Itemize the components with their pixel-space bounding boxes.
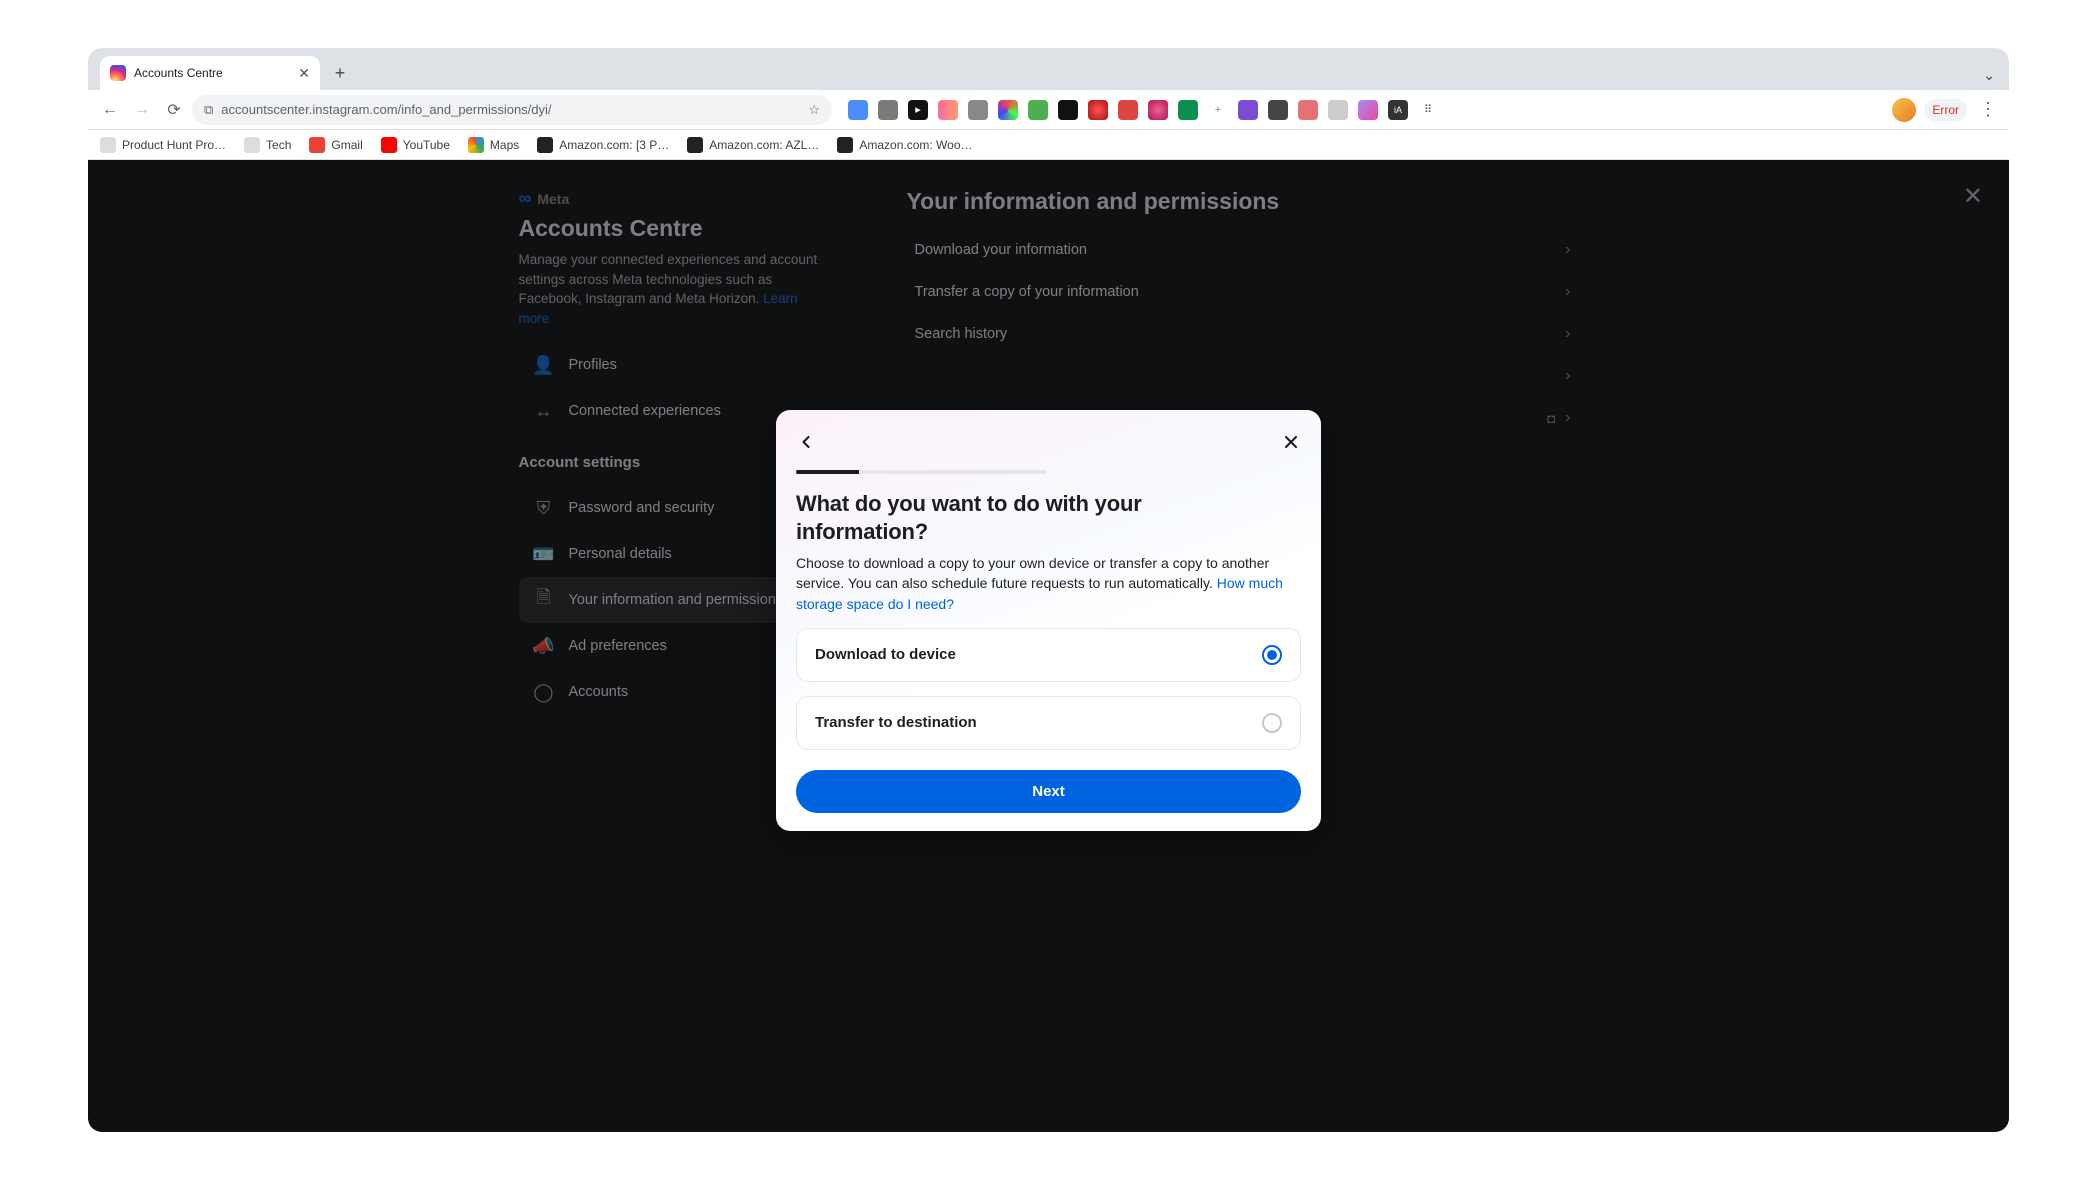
extension-icon[interactable] bbox=[848, 100, 868, 120]
option-transfer[interactable]: Transfer to destination bbox=[796, 696, 1301, 750]
bookmark-item[interactable]: Tech bbox=[244, 137, 291, 153]
extension-icon[interactable] bbox=[1298, 100, 1318, 120]
extension-icon[interactable] bbox=[1238, 100, 1258, 120]
progress-fill bbox=[796, 470, 859, 474]
option-label: Transfer to destination bbox=[815, 714, 977, 731]
bookmark-label: Amazon.com: AZL… bbox=[709, 138, 819, 152]
profile-avatar[interactable] bbox=[1892, 98, 1916, 122]
address-bar[interactable]: ⧉ accountscenter.instagram.com/info_and_… bbox=[192, 95, 832, 125]
youtube-icon bbox=[381, 137, 397, 153]
modal-scrim: What do you want to do with your informa… bbox=[88, 160, 2009, 1132]
extension-icon[interactable] bbox=[938, 100, 958, 120]
tabs-dropdown-icon[interactable]: ⌄ bbox=[1977, 63, 2001, 88]
bookmark-label: Tech bbox=[266, 138, 291, 152]
maps-icon bbox=[468, 137, 484, 153]
bookmark-item[interactable]: Amazon.com: AZL… bbox=[687, 137, 819, 153]
extension-icon[interactable] bbox=[1268, 100, 1288, 120]
site-settings-icon[interactable]: ⧉ bbox=[204, 102, 213, 118]
extension-icon[interactable] bbox=[1358, 100, 1378, 120]
bookmark-label: Maps bbox=[490, 138, 519, 152]
bookmark-item[interactable]: Amazon.com: [3 P… bbox=[537, 137, 669, 153]
extension-icon[interactable]: ▸ bbox=[908, 100, 928, 120]
extension-icon[interactable] bbox=[878, 100, 898, 120]
extension-icon[interactable] bbox=[1058, 100, 1078, 120]
modal-subtitle: Choose to download a copy to your own de… bbox=[796, 553, 1301, 614]
tab-strip: Accounts Centre ✕ + ⌄ bbox=[88, 48, 2009, 90]
modal-dialog: What do you want to do with your informa… bbox=[776, 410, 1321, 831]
extension-icon[interactable] bbox=[1148, 100, 1168, 120]
option-label: Download to device bbox=[815, 646, 956, 663]
modal-back-button[interactable] bbox=[796, 432, 816, 458]
folder-icon bbox=[100, 137, 116, 153]
radio-selected-icon[interactable] bbox=[1262, 645, 1282, 665]
gmail-icon bbox=[309, 137, 325, 153]
extension-icon[interactable] bbox=[1028, 100, 1048, 120]
bookmark-label: Product Hunt Pro… bbox=[122, 138, 226, 152]
bookmark-item[interactable]: Maps bbox=[468, 137, 519, 153]
extension-icon[interactable]: iA bbox=[1388, 100, 1408, 120]
bookmark-item[interactable]: YouTube bbox=[381, 137, 450, 153]
chevron-left-icon bbox=[796, 432, 816, 452]
extension-icon[interactable] bbox=[1328, 100, 1348, 120]
extension-icon[interactable] bbox=[1178, 100, 1198, 120]
amazon-icon bbox=[837, 137, 853, 153]
reload-button[interactable]: ⟳ bbox=[160, 96, 188, 124]
amazon-icon bbox=[537, 137, 553, 153]
folder-icon bbox=[244, 137, 260, 153]
browser-tab[interactable]: Accounts Centre ✕ bbox=[100, 56, 320, 90]
chrome-menu-icon[interactable]: ⋮ bbox=[1975, 99, 2001, 120]
bookmark-label: Amazon.com: Woo… bbox=[859, 138, 972, 152]
bookmarks-bar: Product Hunt Pro… Tech Gmail YouTube Map… bbox=[88, 130, 2009, 160]
extension-icon[interactable] bbox=[1088, 100, 1108, 120]
extension-icon[interactable] bbox=[968, 100, 988, 120]
extension-icon[interactable] bbox=[1118, 100, 1138, 120]
bookmark-star-icon[interactable]: ☆ bbox=[808, 102, 820, 118]
browser-toolbar: ← → ⟳ ⧉ accountscenter.instagram.com/inf… bbox=[88, 90, 2009, 130]
bookmark-label: YouTube bbox=[403, 138, 450, 152]
progress-bar bbox=[796, 470, 1046, 474]
modal-close-button[interactable] bbox=[1281, 432, 1301, 458]
close-icon bbox=[1281, 432, 1301, 452]
option-download[interactable]: Download to device bbox=[796, 628, 1301, 682]
next-button[interactable]: Next bbox=[796, 770, 1301, 813]
forward-button[interactable]: → bbox=[128, 96, 156, 124]
tab-close-icon[interactable]: ✕ bbox=[298, 65, 310, 82]
puzzle-icon[interactable]: ⠿ bbox=[1418, 100, 1438, 120]
new-tab-button[interactable]: + bbox=[326, 59, 354, 87]
tab-title: Accounts Centre bbox=[134, 66, 290, 80]
bookmark-item[interactable]: Product Hunt Pro… bbox=[100, 137, 226, 153]
extension-add-icon[interactable]: + bbox=[1208, 100, 1228, 120]
url-text: accountscenter.instagram.com/info_and_pe… bbox=[221, 102, 800, 117]
error-badge[interactable]: Error bbox=[1924, 99, 1967, 121]
extension-icons: ▸ + iA ⠿ bbox=[848, 100, 1438, 120]
back-button[interactable]: ← bbox=[96, 96, 124, 124]
bookmark-item[interactable]: Amazon.com: Woo… bbox=[837, 137, 972, 153]
extension-icon[interactable] bbox=[998, 100, 1018, 120]
amazon-icon bbox=[687, 137, 703, 153]
bookmark-label: Amazon.com: [3 P… bbox=[559, 138, 669, 152]
bookmark-label: Gmail bbox=[331, 138, 362, 152]
radio-icon[interactable] bbox=[1262, 713, 1282, 733]
modal-title: What do you want to do with your informa… bbox=[796, 490, 1216, 545]
bookmark-item[interactable]: Gmail bbox=[309, 137, 362, 153]
instagram-favicon bbox=[110, 65, 126, 81]
